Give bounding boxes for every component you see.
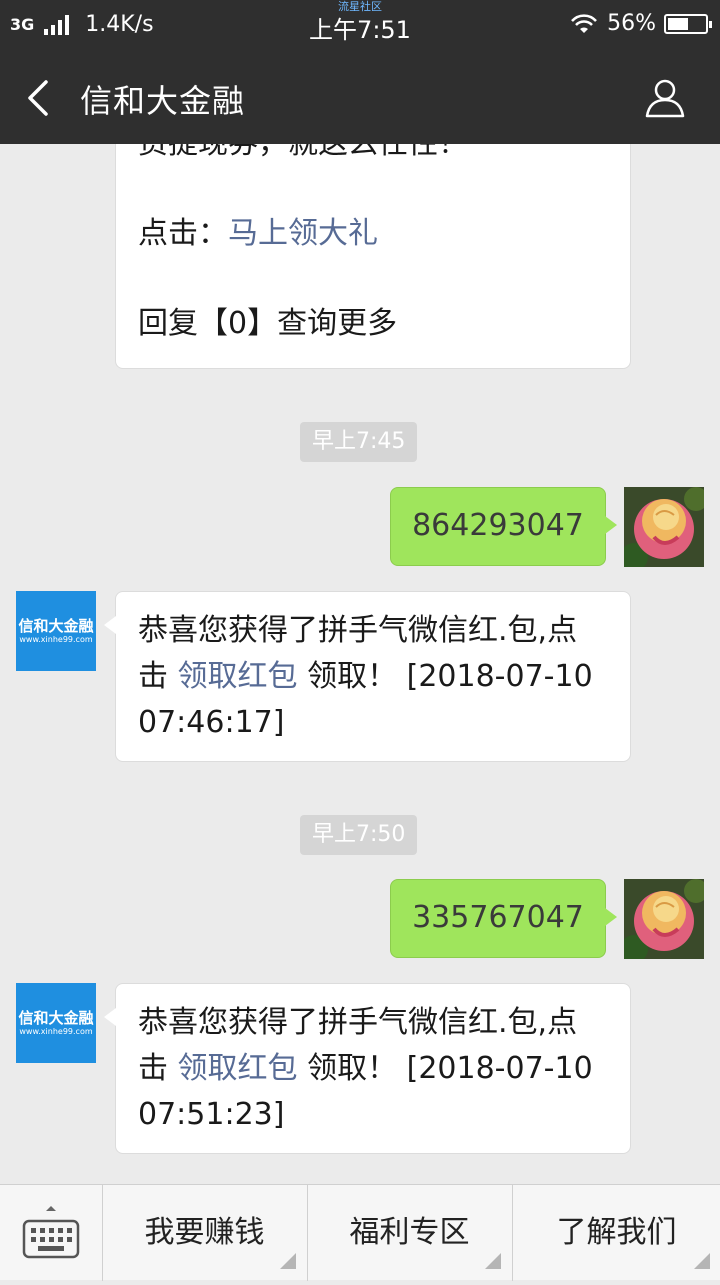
wifi-icon xyxy=(571,13,598,33)
brand-avatar-url: www.xinhe99.com xyxy=(19,635,93,644)
keyboard-toggle-button[interactable] xyxy=(0,1185,102,1281)
rose-avatar-image xyxy=(624,879,704,959)
chat-area[interactable]: 资提现券，就这么任性！ 点击：马上领大礼 回复【0】查询更多 早上7:45 86… xyxy=(0,144,720,1184)
message-line: 击 领取红包 领取！ [2018-07-10 xyxy=(138,654,608,700)
message-line: 击 领取红包 领取！ [2018-07-10 xyxy=(138,1046,608,1092)
message-bubble-promo: 资提现券，就这么任性！ 点击：马上领大礼 回复【0】查询更多 xyxy=(115,144,631,369)
title-bar: 信和大金融 xyxy=(0,50,720,144)
brand-avatar-url: www.xinhe99.com xyxy=(19,1027,93,1036)
redpacket-link[interactable]: 领取红包 xyxy=(178,659,298,694)
timestamp: 早上7:50 xyxy=(300,815,418,855)
redpacket-link[interactable]: 领取红包 xyxy=(178,1051,298,1086)
message-line: 恭喜您获得了拼手气微信红.包,点 xyxy=(138,613,578,648)
battery-fill xyxy=(668,17,689,30)
message-line: 恭喜您获得了拼手气微信红.包,点 xyxy=(138,1005,578,1040)
received-message: 恭喜您获得了拼手气微信红.包,点 击 领取红包 领取！ [2018-07-10 … xyxy=(104,983,631,1154)
menu-item-earn[interactable]: 我要赚钱 xyxy=(102,1185,306,1281)
menu-item-about[interactable]: 了解我们 xyxy=(512,1185,720,1281)
message-text: 点击： xyxy=(138,216,228,251)
back-chevron-icon xyxy=(28,80,48,116)
person-icon xyxy=(645,79,685,118)
battery-percent: 56% xyxy=(607,11,656,36)
menu-item-label: 我要赚钱 xyxy=(144,1215,265,1250)
brand-avatar[interactable]: 信和大金融 www.xinhe99.com xyxy=(16,983,96,1063)
message-text: 领取！ [2018-07-10 xyxy=(297,659,593,694)
submenu-indicator-icon xyxy=(694,1253,710,1269)
page-title: 信和大金融 xyxy=(80,82,246,120)
back-button[interactable] xyxy=(20,78,60,118)
message-line: 07:51:23] xyxy=(138,1097,285,1132)
keyboard-icon xyxy=(22,1206,80,1259)
menu-item-welfare[interactable]: 福利专区 xyxy=(307,1185,511,1281)
rose-avatar-image xyxy=(624,487,704,567)
status-right: 56% xyxy=(569,11,712,36)
battery-icon xyxy=(664,13,712,34)
menu-item-label: 了解我们 xyxy=(556,1215,677,1250)
message-line: 资提现券，就这么任性！ xyxy=(138,144,608,167)
message-text: 击 xyxy=(138,659,178,694)
gift-link[interactable]: 马上领大礼 xyxy=(228,216,378,251)
brand-avatar-name: 信和大金融 xyxy=(18,617,94,635)
message-text: 击 xyxy=(138,1051,178,1086)
profile-button[interactable] xyxy=(644,76,686,118)
sent-message[interactable]: 335767047 xyxy=(390,879,617,958)
message-line: 07:46:17] xyxy=(138,705,285,740)
status-bar: 流星社区 3G 1.4K/s 上午7:51 56% xyxy=(0,0,720,50)
received-message: 恭喜您获得了拼手气微信红.包,点 击 领取红包 领取！ [2018-07-10 … xyxy=(104,591,631,762)
bottom-menu: 我要赚钱 福利专区 了解我们 xyxy=(0,1184,720,1281)
message-line: 回复【0】查询更多 xyxy=(138,306,398,341)
sent-message[interactable]: 864293047 xyxy=(390,487,617,566)
user-avatar[interactable] xyxy=(624,487,704,567)
submenu-indicator-icon xyxy=(485,1253,501,1269)
message-text: 领取！ [2018-07-10 xyxy=(297,1051,593,1086)
message-line: 点击：马上领大礼 xyxy=(138,211,608,257)
user-avatar[interactable] xyxy=(624,879,704,959)
brand-avatar[interactable]: 信和大金融 www.xinhe99.com xyxy=(16,591,96,671)
submenu-indicator-icon xyxy=(280,1253,296,1269)
brand-avatar-name: 信和大金融 xyxy=(18,1009,94,1027)
timestamp: 早上7:45 xyxy=(300,422,418,462)
menu-item-label: 福利专区 xyxy=(349,1215,470,1250)
